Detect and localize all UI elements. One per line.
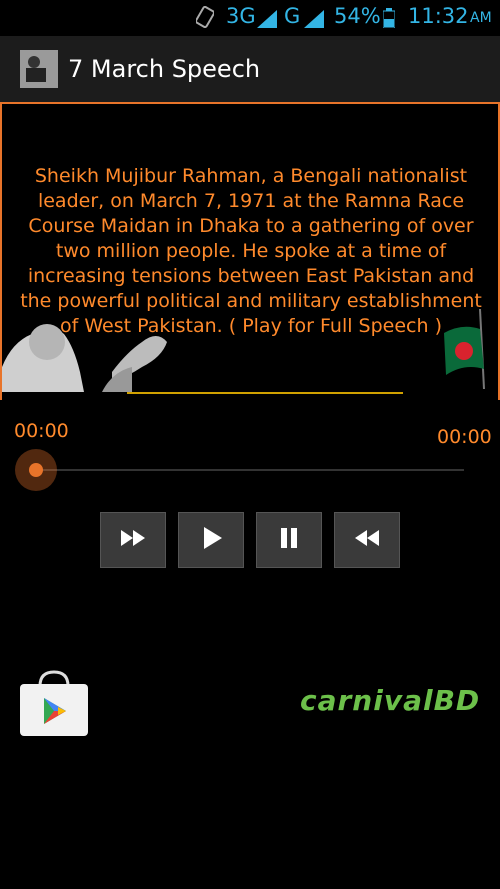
- rotate-icon: [195, 5, 215, 29]
- speech-panel: Sheikh Mujibur Rahman, a Bengali nationa…: [0, 102, 500, 400]
- play-store-icon: [18, 670, 90, 742]
- carnivalbd-logo[interactable]: carnivalBD: [300, 684, 480, 717]
- fast-forward-button[interactable]: [100, 512, 166, 568]
- pause-button[interactable]: [256, 512, 322, 568]
- network-g-label: G: [284, 4, 301, 28]
- clock: 11:32: [408, 4, 469, 28]
- play-store-button[interactable]: [18, 668, 90, 738]
- clock-ampm: AM: [470, 10, 492, 26]
- total-time: 00:00: [437, 426, 492, 448]
- rewind-button[interactable]: [334, 512, 400, 568]
- network-3g-label: 3G: [226, 4, 256, 28]
- app-icon[interactable]: [20, 50, 58, 88]
- leader-portrait-image: [2, 312, 172, 392]
- play-icon: [195, 522, 227, 558]
- rewind-icon: [351, 522, 383, 558]
- bangladesh-flag-image: [440, 308, 498, 390]
- signal-icon: [257, 10, 277, 32]
- battery-icon: [382, 8, 396, 32]
- current-time: 00:00: [14, 420, 69, 442]
- action-bar: 7 March Speech: [0, 36, 500, 102]
- battery-percent: 54%: [334, 4, 381, 28]
- fast-forward-icon: [117, 522, 149, 558]
- signal-icon-2: [304, 10, 324, 32]
- status-bar: 3G G 54% 11:32 AM: [0, 0, 500, 36]
- pause-icon: [273, 522, 305, 558]
- divider-line: [127, 392, 403, 394]
- app-title: 7 March Speech: [68, 55, 261, 83]
- seek-bar-track[interactable]: [36, 469, 464, 471]
- seek-bar-thumb[interactable]: [29, 463, 43, 477]
- play-button[interactable]: [178, 512, 244, 568]
